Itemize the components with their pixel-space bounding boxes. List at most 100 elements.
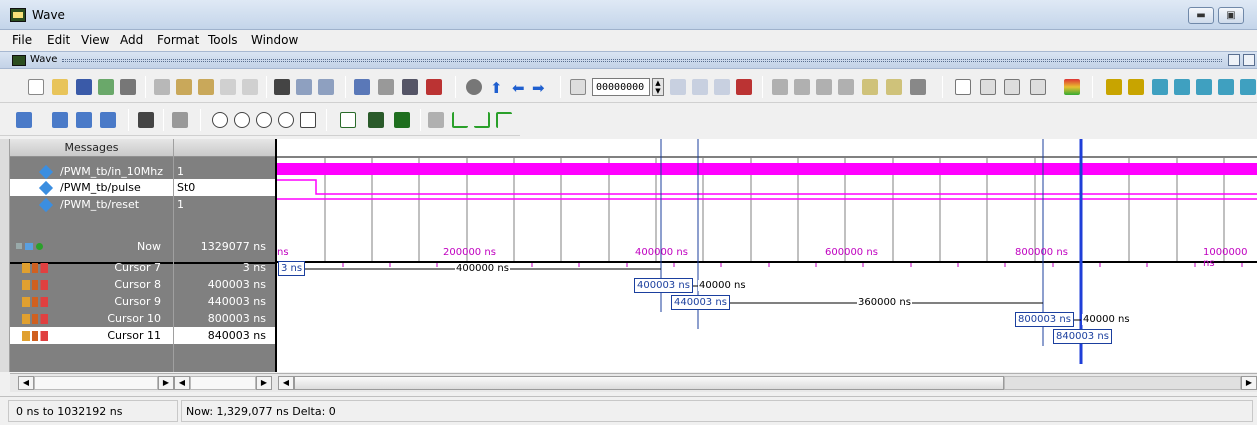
minimize-button[interactable]: ▬ bbox=[1188, 7, 1214, 24]
new-file-icon[interactable] bbox=[28, 79, 44, 95]
print-icon[interactable] bbox=[120, 79, 136, 95]
time-input[interactable] bbox=[592, 78, 650, 96]
find-falling-icon[interactable] bbox=[1196, 79, 1212, 95]
cursor-10-tag[interactable]: 800003 ns bbox=[1015, 312, 1074, 327]
delete-cursor-icon[interactable] bbox=[1128, 79, 1144, 95]
step-into-icon[interactable] bbox=[772, 79, 788, 95]
prev-edge-icon[interactable] bbox=[1152, 79, 1168, 95]
hand-icon[interactable] bbox=[910, 79, 926, 95]
signal-row-pulse[interactable]: /PWM_tb/pulse bbox=[10, 179, 173, 196]
values-scroll-track[interactable] bbox=[190, 376, 256, 390]
names-scroll-right[interactable]: ▶ bbox=[158, 376, 174, 390]
zoom-range-icon[interactable] bbox=[300, 112, 316, 128]
copy-icon[interactable] bbox=[176, 79, 192, 95]
zoom-in-icon[interactable] bbox=[212, 112, 228, 128]
paste-icon[interactable] bbox=[198, 79, 214, 95]
redo-icon[interactable] bbox=[242, 79, 258, 95]
step-back-icon[interactable] bbox=[838, 79, 854, 95]
wave-scroll-right[interactable]: ▶ bbox=[1241, 376, 1257, 390]
find-any-icon[interactable] bbox=[1240, 79, 1256, 95]
cursor-lock-icon[interactable] bbox=[22, 314, 48, 324]
continue-icon[interactable] bbox=[692, 79, 708, 95]
time-spinner[interactable]: ▲ ▼ bbox=[652, 78, 664, 96]
values-scroll-right[interactable]: ▶ bbox=[256, 376, 272, 390]
simulate-icon[interactable] bbox=[378, 79, 394, 95]
zoom-cursor-icon[interactable] bbox=[278, 112, 294, 128]
menu-edit[interactable]: Edit bbox=[47, 33, 70, 47]
zoom-mode-icon[interactable] bbox=[980, 79, 996, 95]
menu-format[interactable]: Format bbox=[157, 33, 199, 47]
cursor-9-tag[interactable]: 440003 ns bbox=[671, 295, 730, 310]
cursor-lock-icon[interactable] bbox=[22, 280, 48, 290]
save-icon[interactable] bbox=[76, 79, 92, 95]
cut-icon[interactable] bbox=[154, 79, 170, 95]
show-drivers-icon[interactable] bbox=[138, 112, 154, 128]
zoom-full-icon[interactable] bbox=[256, 112, 272, 128]
find-rising-icon[interactable] bbox=[1218, 79, 1234, 95]
reload-icon[interactable] bbox=[98, 79, 114, 95]
values-scroll-left[interactable]: ◀ bbox=[174, 376, 190, 390]
insert-cursor-icon[interactable] bbox=[1106, 79, 1122, 95]
profile-icon[interactable] bbox=[862, 79, 878, 95]
no-sim-icon[interactable] bbox=[466, 79, 482, 95]
cursor-lock-icon[interactable] bbox=[22, 331, 48, 341]
wave-style-3-icon[interactable] bbox=[394, 112, 410, 128]
maximize-button[interactable]: ▣ bbox=[1218, 7, 1244, 24]
menu-add[interactable]: Add bbox=[120, 33, 143, 47]
signal-row-reset[interactable]: /PWM_tb/reset bbox=[10, 196, 173, 213]
add-log-icon[interactable] bbox=[76, 112, 92, 128]
waveform-pane[interactable]: ns 200000 ns 400000 ns 600000 ns 800000 … bbox=[275, 139, 1257, 372]
menu-tools[interactable]: Tools bbox=[208, 33, 238, 47]
expand-icon[interactable] bbox=[318, 79, 334, 95]
wave-style-2-icon[interactable] bbox=[368, 112, 384, 128]
break-icon[interactable] bbox=[402, 79, 418, 95]
left-arrow-icon[interactable]: ⬅ bbox=[512, 79, 525, 97]
menu-view[interactable]: View bbox=[81, 33, 109, 47]
break-sim-icon[interactable] bbox=[736, 79, 752, 95]
edit-mode-icon[interactable] bbox=[1030, 79, 1046, 95]
find-icon[interactable] bbox=[274, 79, 290, 95]
add-wave-icon[interactable] bbox=[16, 112, 32, 128]
cursor-lock-icon[interactable] bbox=[22, 297, 48, 307]
names-scroll-track[interactable] bbox=[34, 376, 158, 390]
zoom-window-icon[interactable] bbox=[1243, 54, 1255, 66]
wave-scroll-track[interactable] bbox=[1004, 376, 1241, 390]
select-mode-icon[interactable] bbox=[955, 79, 971, 95]
menu-window[interactable]: Window bbox=[251, 33, 298, 47]
step-out-icon[interactable] bbox=[816, 79, 832, 95]
collapse-icon[interactable] bbox=[296, 79, 312, 95]
step-icon[interactable] bbox=[570, 79, 586, 95]
right-arrow-icon[interactable]: ➡ bbox=[532, 79, 545, 97]
run-all-icon[interactable] bbox=[714, 79, 730, 95]
add-dataflow-icon[interactable] bbox=[100, 112, 116, 128]
messages-header[interactable]: Messages bbox=[10, 139, 173, 157]
undo-icon[interactable] bbox=[220, 79, 236, 95]
traffic-light-icon[interactable] bbox=[1064, 79, 1080, 95]
grid-icon[interactable] bbox=[172, 112, 188, 128]
zoom-out-icon[interactable] bbox=[234, 112, 250, 128]
run-icon[interactable] bbox=[670, 79, 686, 95]
cursor-7-tag[interactable]: 3 ns bbox=[278, 261, 306, 276]
stop-icon[interactable] bbox=[426, 79, 442, 95]
wave-style-1-icon[interactable] bbox=[340, 112, 356, 128]
cursor-11-tag[interactable]: 840003 ns bbox=[1053, 329, 1112, 344]
wave-scroll-left[interactable]: ◀ bbox=[278, 376, 294, 390]
edge-falling-icon[interactable] bbox=[452, 112, 468, 128]
next-edge-icon[interactable] bbox=[1174, 79, 1190, 95]
pattern-icon[interactable] bbox=[428, 112, 444, 128]
cursor-8-tag[interactable]: 400003 ns bbox=[634, 278, 693, 293]
menu-file[interactable]: File bbox=[12, 33, 32, 47]
open-folder-icon[interactable] bbox=[52, 79, 68, 95]
pan-mode-icon[interactable] bbox=[1004, 79, 1020, 95]
undock-icon[interactable] bbox=[1228, 54, 1240, 66]
edge-rising-icon[interactable] bbox=[474, 112, 490, 128]
up-arrow-icon[interactable]: ⬆ bbox=[490, 79, 503, 97]
performance-icon[interactable] bbox=[886, 79, 902, 95]
names-scroll-left[interactable]: ◀ bbox=[18, 376, 34, 390]
compile-icon[interactable] bbox=[354, 79, 370, 95]
add-list-icon[interactable] bbox=[52, 112, 68, 128]
drag-grip[interactable] bbox=[62, 59, 1222, 62]
edge-toggle-icon[interactable] bbox=[496, 112, 512, 128]
cursor-lock-icon[interactable] bbox=[22, 263, 48, 273]
wave-scroll-thumb[interactable] bbox=[294, 376, 1004, 390]
